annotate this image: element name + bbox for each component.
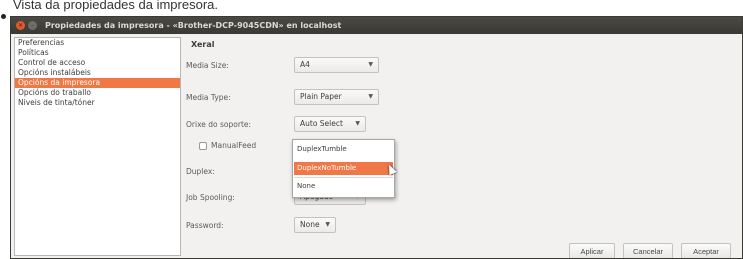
bullet-point bbox=[1, 14, 6, 19]
sidebar-item-politicas[interactable]: Políticas bbox=[15, 48, 180, 58]
chevron-down-icon: ▼ bbox=[355, 120, 360, 127]
apply-button[interactable]: Aplicar bbox=[569, 243, 615, 258]
media-type-select[interactable]: Plain Paper ▼ bbox=[294, 89, 379, 105]
sidebar-item-opcions-traballo[interactable]: Opcións do traballo bbox=[15, 88, 180, 98]
source-value: Auto Select bbox=[300, 119, 343, 128]
close-icon[interactable]: ✕ bbox=[16, 21, 25, 30]
sidebar-item-opcions-instalabeis[interactable]: Opcións instalábeis bbox=[15, 68, 180, 78]
caption-text: Vista da propiedades da impresora. bbox=[13, 0, 218, 12]
duplex-option-notumble[interactable]: DuplexNoTumble bbox=[294, 162, 393, 175]
job-spooling-label: Job Spooling: bbox=[186, 193, 235, 202]
sidebar: Preferencias Políticas Control de acceso… bbox=[14, 37, 181, 256]
chevron-down-icon: ▼ bbox=[368, 61, 373, 68]
window-titlebar: ✕ – Propiedades da impresora - «Brother-… bbox=[11, 17, 742, 34]
media-type-label: Media Type: bbox=[186, 93, 231, 102]
window-title: Propiedades da impresora - «Brother-DCP-… bbox=[45, 21, 342, 30]
section-title: Xeral bbox=[191, 40, 215, 49]
chevron-down-icon: ▼ bbox=[325, 221, 330, 228]
sidebar-item-niveis-tinta[interactable]: Niveis de tinta/tóner bbox=[15, 98, 180, 108]
menu-divider bbox=[294, 177, 393, 178]
duplex-option-none[interactable]: None bbox=[294, 180, 393, 193]
manual-feed-label: ManualFeed bbox=[211, 141, 257, 150]
manual-feed-checkbox[interactable] bbox=[199, 142, 207, 150]
media-size-select[interactable]: A4 ▼ bbox=[294, 57, 379, 73]
media-type-value: Plain Paper bbox=[300, 92, 342, 101]
password-select[interactable]: None ▼ bbox=[294, 217, 336, 233]
source-select[interactable]: Auto Select ▼ bbox=[294, 116, 366, 132]
duplex-option-tumble[interactable]: DuplexTumble bbox=[294, 143, 393, 156]
accept-button[interactable]: Aceptar bbox=[681, 243, 731, 258]
minimize-icon[interactable]: – bbox=[28, 21, 37, 30]
sidebar-item-opcions-impresora[interactable]: Opcións da impresora bbox=[15, 78, 180, 88]
cancel-button[interactable]: Cancelar bbox=[623, 243, 673, 258]
media-size-label: Media Size: bbox=[186, 61, 229, 70]
sidebar-item-control-acceso[interactable]: Control de acceso bbox=[15, 58, 180, 68]
sidebar-item-preferencias[interactable]: Preferencias bbox=[15, 38, 180, 48]
password-value: None bbox=[300, 220, 320, 229]
printer-properties-window: ✕ – Propiedades da impresora - «Brother-… bbox=[10, 16, 743, 259]
source-label: Orixe do soporte: bbox=[186, 120, 252, 129]
media-size-value: A4 bbox=[300, 60, 310, 69]
chevron-down-icon: ▼ bbox=[368, 93, 373, 100]
password-label: Password: bbox=[186, 221, 224, 230]
duplex-dropdown-menu: DuplexTumble DuplexNoTumble None bbox=[292, 139, 395, 198]
duplex-label: Duplex: bbox=[186, 167, 215, 176]
